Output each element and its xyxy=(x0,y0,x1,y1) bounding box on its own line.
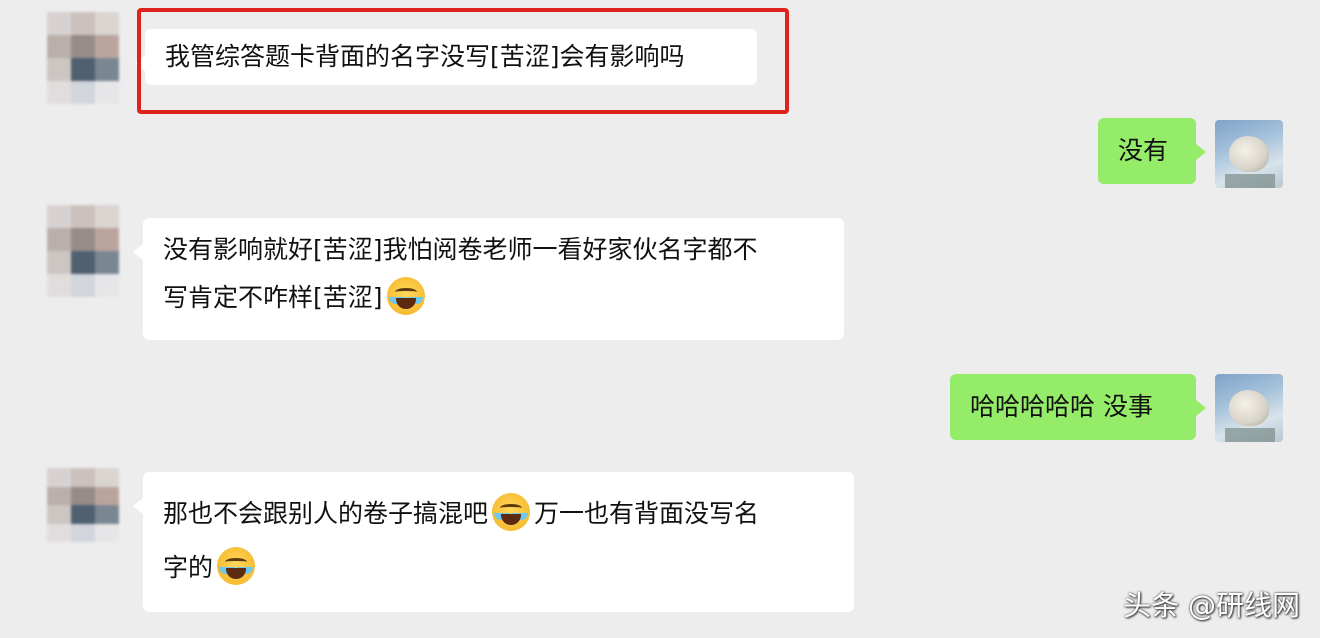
user-avatar[interactable] xyxy=(1215,374,1283,442)
contact-avatar[interactable] xyxy=(47,205,119,297)
message-bubble-outgoing: 哈哈哈哈哈 没事 xyxy=(950,374,1206,440)
message-text: 没有 xyxy=(1118,136,1169,165)
message-text: 万一也有背面没写名 xyxy=(534,499,760,528)
contact-avatar[interactable] xyxy=(47,468,119,542)
watermark: 头条 @研线网 xyxy=(1123,589,1300,622)
message-text: 那也不会跟别人的卷子搞混吧 xyxy=(163,499,489,528)
message-bubble-incoming: 没有影响就好[苦涩]我怕阅卷老师一看好家伙名字都不 写肯定不咋样[苦涩] xyxy=(133,218,844,340)
laughing-crying-emoji-icon xyxy=(492,493,531,531)
contact-avatar[interactable] xyxy=(47,12,119,104)
message-line: 没有影响就好[苦涩]我怕阅卷老师一看好家伙名字都不 xyxy=(163,235,758,264)
message-text: 写肯定不咋样[苦涩] xyxy=(163,283,383,312)
message-line: 字的 xyxy=(163,538,834,598)
laughing-crying-emoji-icon xyxy=(386,277,425,315)
message-text: 哈哈哈哈哈 没事 xyxy=(970,392,1153,421)
laughing-crying-emoji-icon xyxy=(217,547,256,585)
message-text: 字的 xyxy=(163,553,214,582)
message-line: 那也不会跟别人的卷子搞混吧 万一也有背面没写名 xyxy=(163,490,834,538)
highlight-frame xyxy=(137,8,789,114)
message-line: 写肯定不咋样[苦涩] xyxy=(163,274,824,322)
message-bubble-outgoing: 没有 xyxy=(1098,118,1206,184)
user-avatar[interactable] xyxy=(1215,120,1283,188)
message-bubble-incoming: 那也不会跟别人的卷子搞混吧 万一也有背面没写名 字的 xyxy=(133,472,854,612)
